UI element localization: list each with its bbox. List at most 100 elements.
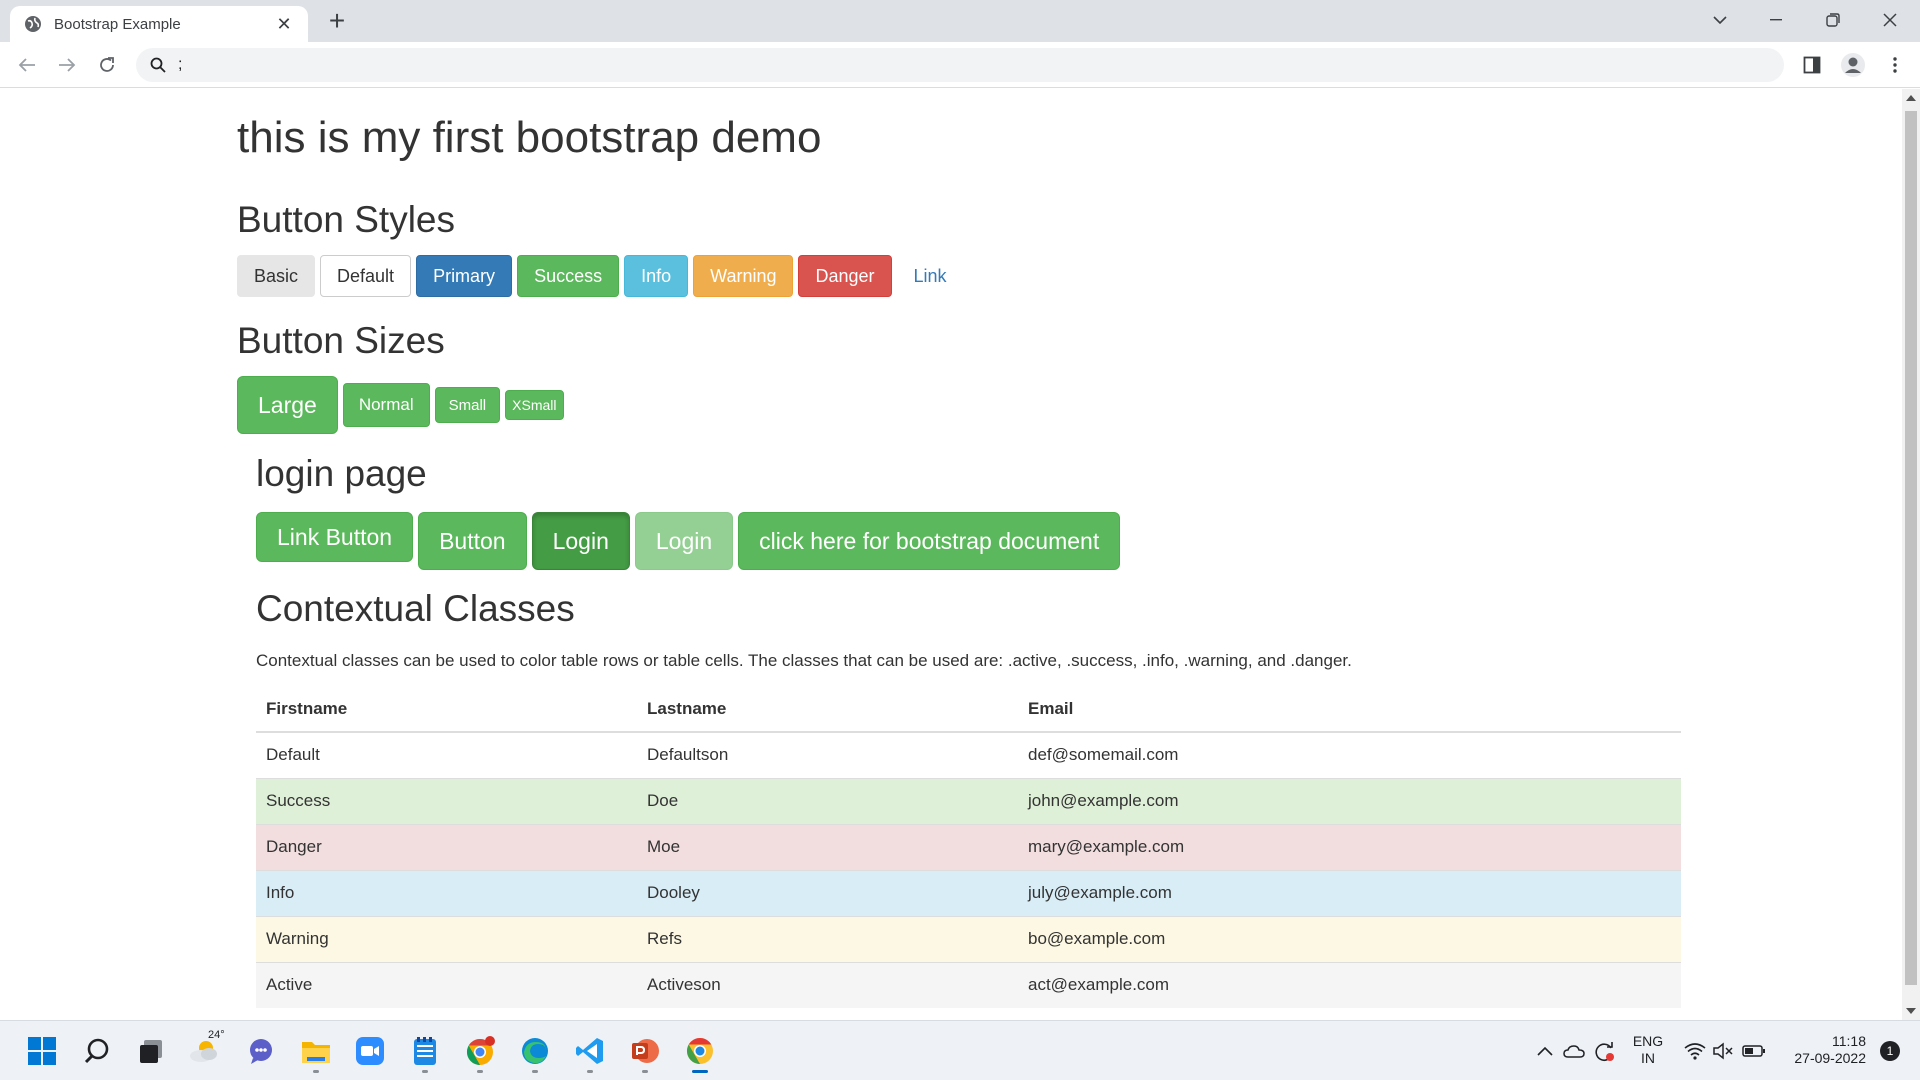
button-large[interactable]: Button bbox=[418, 512, 527, 570]
chrome-canary-icon[interactable] bbox=[460, 1031, 500, 1073]
normal-button[interactable]: Normal bbox=[342, 383, 430, 427]
link-button-large[interactable]: Link Button bbox=[256, 512, 414, 562]
large-button[interactable]: Large bbox=[237, 376, 338, 434]
file-explorer-icon[interactable] bbox=[296, 1031, 336, 1073]
sync-icon[interactable] bbox=[1592, 1031, 1616, 1071]
restore-button[interactable] bbox=[1805, 0, 1861, 40]
onedrive-icon[interactable] bbox=[1562, 1031, 1586, 1071]
close-window-button[interactable] bbox=[1862, 0, 1918, 40]
table-row: Default Defaultson def@somemail.com bbox=[256, 731, 1681, 778]
address-text: ; bbox=[178, 56, 183, 73]
cell-lastname: Doe bbox=[637, 777, 1018, 824]
side-panel-icon[interactable] bbox=[1797, 50, 1827, 80]
cell-email: def@somemail.com bbox=[1018, 731, 1681, 778]
cell-firstname: Active bbox=[256, 961, 637, 1008]
zoom-icon[interactable] bbox=[350, 1031, 390, 1071]
teams-chat-icon[interactable] bbox=[241, 1031, 281, 1071]
cell-email: bo@example.com bbox=[1018, 915, 1681, 962]
table-row: Active Activeson act@example.com bbox=[256, 961, 1681, 1008]
small-button[interactable]: Small bbox=[434, 387, 501, 423]
cell-email: act@example.com bbox=[1018, 961, 1681, 1008]
cell-firstname: Warning bbox=[256, 915, 637, 962]
forward-button[interactable] bbox=[52, 50, 82, 80]
cell-firstname: Info bbox=[256, 869, 637, 916]
cell-email: mary@example.com bbox=[1018, 823, 1681, 870]
primary-button[interactable]: Primary bbox=[416, 255, 513, 297]
page-viewport: this is my first bootstrap demo Button S… bbox=[0, 89, 1902, 1020]
cell-firstname: Default bbox=[256, 731, 637, 778]
button-sizes-row: Large Normal Small XSmall bbox=[237, 376, 569, 434]
tab-search-icon[interactable] bbox=[1692, 0, 1748, 40]
cell-lastname: Refs bbox=[637, 915, 1018, 962]
task-view-icon[interactable] bbox=[131, 1031, 171, 1071]
tab-title: Bootstrap Example bbox=[54, 15, 181, 33]
browser-toolbar: ; bbox=[0, 42, 1920, 88]
column-header-firstname: Firstname bbox=[256, 686, 637, 733]
cell-firstname: Success bbox=[256, 777, 637, 824]
login-buttons-row: Link Button Button Login Login click her… bbox=[256, 512, 1125, 570]
reload-button[interactable] bbox=[92, 50, 122, 80]
windows-start-icon[interactable] bbox=[22, 1031, 62, 1071]
table-row: Success Doe john@example.com bbox=[256, 777, 1681, 824]
powerpoint-icon[interactable] bbox=[625, 1031, 665, 1073]
scroll-down-arrow-icon[interactable] bbox=[1906, 1008, 1916, 1014]
table-header-row: Firstname Lastname Email bbox=[256, 686, 1681, 733]
warning-button[interactable]: Warning bbox=[693, 255, 794, 297]
cell-lastname: Activeson bbox=[637, 961, 1018, 1008]
clock[interactable]: 11:18 27-09-2022 bbox=[1774, 1033, 1866, 1067]
scroll-up-arrow-icon[interactable] bbox=[1906, 95, 1916, 101]
cell-lastname: Moe bbox=[637, 823, 1018, 870]
search-icon[interactable] bbox=[77, 1031, 117, 1071]
section-heading-login-page: login page bbox=[256, 453, 427, 494]
login-active-button[interactable]: Login bbox=[531, 512, 630, 570]
default-button[interactable]: Default bbox=[320, 255, 412, 297]
bootstrap-document-button[interactable]: click here for bootstrap document bbox=[738, 512, 1121, 570]
vscode-icon[interactable] bbox=[570, 1031, 610, 1073]
contextual-description: Contextual classes can be used to color … bbox=[256, 651, 1352, 670]
page-title: this is my first bootstrap demo bbox=[237, 113, 822, 162]
battery-icon[interactable] bbox=[1742, 1031, 1766, 1071]
xsmall-button[interactable]: XSmall bbox=[505, 390, 564, 420]
browser-tab-strip: Bootstrap Example ✕ + bbox=[0, 0, 1920, 42]
language-code: ENG bbox=[1632, 1033, 1664, 1049]
basic-button[interactable]: Basic bbox=[237, 255, 316, 297]
language-region: IN bbox=[1641, 1050, 1655, 1066]
globe-icon bbox=[25, 16, 41, 32]
login-disabled-button: Login bbox=[634, 512, 734, 570]
scrollbar-thumb[interactable] bbox=[1905, 111, 1917, 985]
info-button[interactable]: Info bbox=[624, 255, 689, 297]
close-tab-icon[interactable]: ✕ bbox=[274, 14, 294, 35]
section-heading-button-sizes: Button Sizes bbox=[237, 320, 445, 361]
minimize-button[interactable] bbox=[1748, 0, 1804, 40]
chrome-icon[interactable] bbox=[680, 1031, 720, 1073]
clock-time: 11:18 bbox=[1832, 1033, 1866, 1049]
language-indicator[interactable]: ENG IN bbox=[1628, 1033, 1668, 1067]
weather-icon[interactable]: 24° bbox=[186, 1029, 226, 1071]
profile-avatar-icon[interactable] bbox=[1838, 50, 1868, 80]
cell-email: july@example.com bbox=[1018, 869, 1681, 916]
vertical-scrollbar[interactable] bbox=[1902, 89, 1920, 1020]
chevron-up-icon[interactable] bbox=[1533, 1031, 1557, 1071]
back-button[interactable] bbox=[12, 50, 42, 80]
edge-icon[interactable] bbox=[515, 1031, 555, 1073]
notepad-icon[interactable] bbox=[405, 1031, 445, 1073]
notification-count: 1 bbox=[1880, 1041, 1900, 1061]
volume-muted-icon[interactable] bbox=[1711, 1031, 1735, 1071]
danger-button[interactable]: Danger bbox=[798, 255, 892, 297]
browser-tab[interactable]: Bootstrap Example ✕ bbox=[10, 6, 308, 42]
address-bar[interactable]: ; bbox=[136, 48, 1784, 82]
wifi-icon[interactable] bbox=[1683, 1031, 1707, 1071]
button-styles-row: Basic Default Primary Success Info Warni… bbox=[237, 255, 969, 297]
column-header-lastname: Lastname bbox=[637, 686, 1018, 733]
success-button[interactable]: Success bbox=[517, 255, 620, 297]
contextual-table: Firstname Lastname Email Default Default… bbox=[256, 686, 1681, 1008]
notification-badge[interactable]: 1 bbox=[1876, 1031, 1904, 1071]
new-tab-button[interactable]: + bbox=[322, 6, 352, 36]
kebab-menu-icon[interactable] bbox=[1880, 50, 1910, 80]
column-header-email: Email bbox=[1018, 686, 1681, 733]
cell-firstname: Danger bbox=[256, 823, 637, 870]
table-row: Warning Refs bo@example.com bbox=[256, 915, 1681, 962]
windows-taskbar: 24° ENG IN 11:18 27-09-2022 1 bbox=[0, 1020, 1920, 1080]
section-heading-contextual-classes: Contextual Classes bbox=[256, 588, 575, 629]
link-button[interactable]: Link bbox=[897, 255, 964, 297]
